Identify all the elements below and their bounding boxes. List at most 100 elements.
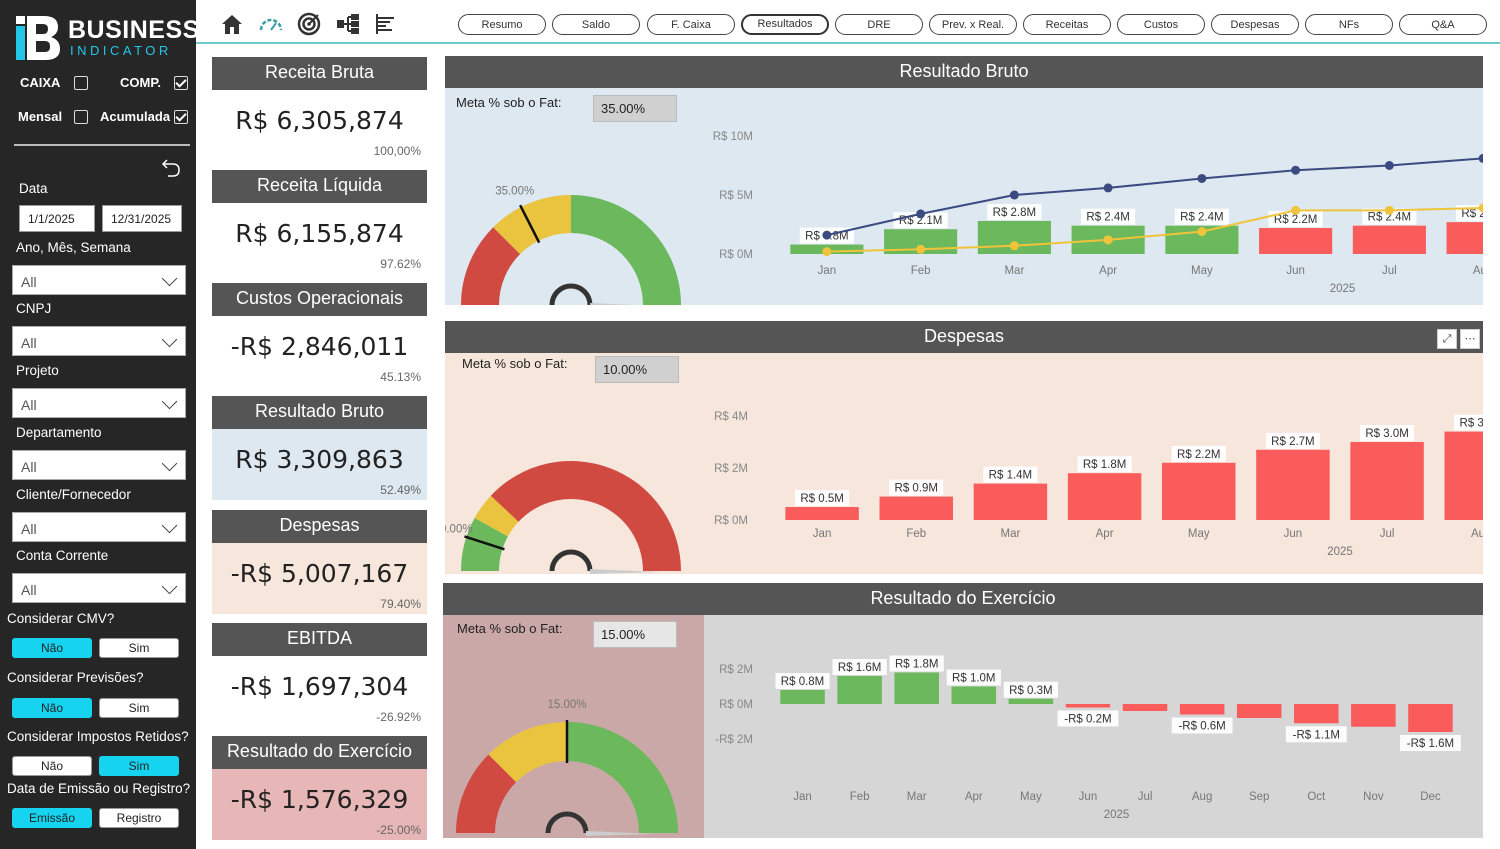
data-label-jun: R$ 2.7M — [1271, 436, 1314, 448]
kpi-percent: 97.62% — [380, 257, 421, 271]
chevron-down-icon — [161, 393, 178, 410]
chevron-down-icon — [161, 455, 178, 472]
chevron-down-icon — [161, 578, 178, 595]
emissao-button[interactable]: Emissão — [12, 808, 92, 828]
x-tick-label-aug: Aug — [1473, 265, 1483, 277]
tab-despesas[interactable]: Despesas — [1211, 14, 1299, 35]
data-label-jul: R$ 3.0M — [1365, 428, 1408, 440]
previsoes-sim-button[interactable]: Sim — [99, 698, 179, 718]
impostos-nao-button[interactable]: Não — [12, 756, 92, 776]
bar-jul — [1352, 225, 1426, 254]
hierarchy-icon[interactable] — [335, 12, 361, 36]
tab-nfs[interactable]: NFs — [1305, 14, 1393, 35]
date-start-input[interactable]: 1/1/2025 — [19, 205, 95, 232]
tab-saldo[interactable]: Saldo — [552, 14, 640, 35]
panel-title: Despesas — [445, 321, 1483, 353]
acumulada-checkbox[interactable] — [174, 110, 188, 124]
filter-dropdown-projeto[interactable]: All — [12, 388, 186, 418]
gauge-resultado-exercicio: 15.00% -25.00% — [456, 699, 678, 838]
x-tick-label-jun: Jun — [1284, 528, 1303, 540]
question-data-emissao: Data de Emissão ou Registro? — [7, 781, 191, 796]
target-icon[interactable] — [297, 12, 321, 36]
point-faturamento-apr — [1103, 183, 1113, 193]
tab-resumo[interactable]: Resumo — [458, 14, 546, 35]
bar-jul — [1350, 442, 1424, 520]
kpi-card-ebitda: EBITDA -R$ 1,697,304 -26.92% — [212, 623, 427, 727]
x-tick-label-mar: Mar — [1001, 528, 1021, 540]
business-indicator-logo: BUSINESS INDICATOR — [14, 14, 199, 62]
cmv-sim-button[interactable]: Sim — [99, 638, 179, 658]
x-tick-label-mar: Mar — [1004, 265, 1024, 277]
x-tick-label-jan: Jan — [793, 791, 812, 803]
bar-apr — [1067, 473, 1142, 520]
bar-aug — [1444, 431, 1483, 520]
kpi-card-receita-liquida: Receita Líquida R$ 6,155,874 97.62% — [212, 170, 427, 274]
comp-checkbox[interactable] — [174, 76, 188, 90]
date-end-input[interactable]: 12/31/2025 — [102, 205, 182, 232]
home-icon[interactable] — [220, 12, 244, 36]
tab-qa[interactable]: Q&A — [1399, 14, 1487, 35]
bar-jan — [785, 507, 859, 520]
list-icon[interactable] — [374, 12, 398, 36]
point-faturamento-aug — [1478, 153, 1483, 163]
tab-receitas[interactable]: Receitas — [1023, 14, 1111, 35]
tab-f-caixa[interactable]: F. Caixa — [647, 14, 735, 35]
filter-dropdown-cnpj[interactable]: All — [12, 326, 186, 356]
impostos-sim-button[interactable]: Sim — [99, 756, 179, 776]
cmv-nao-button[interactable]: Não — [12, 638, 92, 658]
point-faturamento-mar — [1009, 190, 1019, 200]
tab-prev-x-real[interactable]: Prev. x Real. — [929, 14, 1017, 35]
dropdown-value: All — [21, 274, 37, 290]
point-custo-jan — [822, 247, 832, 257]
point-custo-may — [1197, 227, 1207, 237]
gauge-band-2 — [490, 461, 681, 571]
filter-label-cnpj: CNPJ — [16, 301, 52, 316]
x-tick-label-aug: Aug — [1471, 528, 1483, 540]
tab-resultados[interactable]: Resultados — [741, 14, 829, 35]
x-tick-label-sep: Sep — [1249, 791, 1269, 803]
bar-apr — [951, 686, 997, 704]
tab-dre[interactable]: DRE — [835, 14, 923, 35]
focus-mode-icon[interactable]: ⤢ — [1437, 329, 1457, 349]
kpi-percent: 52.49% — [380, 483, 421, 497]
gauge-target-label: 15.00% — [547, 699, 586, 711]
x-tick-label-jul: Jul — [1138, 791, 1153, 803]
filter-dropdown-conta[interactable]: All — [12, 573, 186, 603]
filter-dropdown-cliente[interactable]: All — [12, 512, 186, 542]
data-label-dec: -R$ 1.6M — [1407, 738, 1454, 750]
bar-jul — [1122, 704, 1168, 711]
reset-filters-icon[interactable] — [160, 156, 182, 178]
speedometer-icon[interactable] — [258, 12, 284, 36]
dropdown-value: All — [21, 459, 37, 475]
x-tick-label-apr: Apr — [965, 791, 983, 803]
point-custo-jun — [1291, 205, 1301, 215]
kpi-card-resultado-exercicio: Resultado do Exercício -R$ 1,576,329 -25… — [212, 736, 427, 840]
data-label-may: R$ 2.4M — [1180, 212, 1223, 224]
x-axis-title: 2025 — [1330, 283, 1356, 295]
more-options-icon[interactable]: ⋯ — [1460, 329, 1480, 349]
caixa-checkbox[interactable] — [74, 76, 88, 90]
panel-title: Resultado Bruto — [445, 56, 1483, 88]
filter-dropdown-periodo[interactable]: All — [12, 265, 186, 295]
y-tick-label: R$ 0M — [714, 515, 748, 527]
bar-may — [1008, 698, 1054, 704]
filter-label-departamento: Departamento — [16, 425, 102, 440]
dropdown-value: All — [21, 397, 37, 413]
y-tick-label: -R$ 2M — [715, 734, 753, 746]
mensal-checkbox[interactable] — [74, 110, 88, 124]
data-label-feb: R$ 1.6M — [838, 662, 881, 674]
gauge-resultado-bruto: 35.00%52.49% — [461, 186, 681, 305]
y-tick-label: R$ 0M — [719, 699, 753, 711]
tab-custos[interactable]: Custos — [1117, 14, 1205, 35]
chevron-down-icon — [161, 517, 178, 534]
registro-button[interactable]: Registro — [99, 808, 179, 828]
data-label-jan: R$ 0.8M — [781, 676, 824, 688]
x-tick-label-feb: Feb — [850, 791, 870, 803]
x-tick-label-jan: Jan — [818, 265, 837, 277]
chart-resultado-exercicio: -R$ 2M R$ 0M R$ 2M R$ 0.8M Jan R$ 1.6M Feb R$ 1… — [715, 655, 1461, 821]
previsoes-nao-button[interactable]: Não — [12, 698, 92, 718]
filter-dropdown-departamento[interactable]: All — [12, 450, 186, 480]
date-filter-label: Data — [19, 181, 48, 196]
bar-feb — [837, 676, 882, 704]
kpi-title: Custos Operacionais — [212, 283, 427, 316]
